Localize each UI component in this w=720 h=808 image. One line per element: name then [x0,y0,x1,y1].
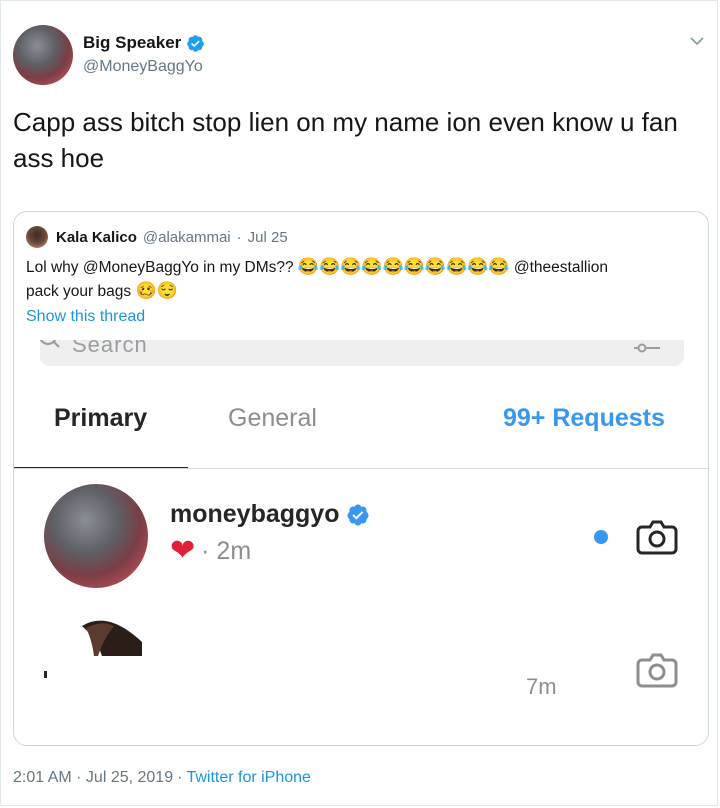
unread-dot [594,530,608,544]
quoted-author-name: Kala Kalico [56,228,137,246]
quoted-date: Jul 25 [247,228,288,246]
quoted-author-avatar [26,226,48,248]
laugh-emoji-row: 😂😂😂😂😂😂😂😂😂😂 [297,257,510,276]
dm-meta: ❤ · 2m [170,536,251,566]
dm-screenshot-image: Search Primary General 99+ Requests mone… [14,340,708,745]
filter-icon [634,343,660,353]
tweet-footer: 2:01 AM · Jul 25, 2019 · Twitter for iPh… [13,769,311,787]
quoted-text-part-b: @theestallion [509,259,609,276]
tweet-timestamp[interactable]: 2:01 AM · Jul 25, 2019 [13,769,173,787]
tweet-card: Big Speaker @MoneyBaggYo Capp ass bitch … [0,0,718,806]
author-display-name[interactable]: Big Speaker [83,33,181,53]
quoted-text-part-a: Lol why @MoneyBaggYo in my DMs?? [26,259,298,276]
quoted-tweet-header: Kala Kalico @alakammai · Jul 25 [26,226,288,248]
dm-avatar-partial [82,620,142,656]
camera-icon [636,520,678,555]
search-icon [39,340,60,348]
dm-time: · 2m [201,536,252,565]
quoted-text-part-c: pack your bags [26,283,136,300]
search-placeholder: Search [72,340,148,357]
dm-name-row: moneybaggyo [170,500,370,529]
show-thread-link[interactable]: Show this thread [26,308,145,326]
verified-badge-icon [187,34,205,52]
tab-primary: Primary [54,404,148,432]
dm-username: moneybaggyo [170,500,340,528]
chevron-down-icon[interactable] [689,33,705,49]
author-handle[interactable]: @MoneyBaggYo [83,58,203,76]
end-emoji: 🥴😌 [135,281,178,300]
text-fragment-mark [44,671,47,678]
dm-time-second: 7m [526,674,557,699]
quoted-separator: · [236,228,242,246]
dm-tabs: Primary General 99+ Requests [14,390,708,450]
dm-avatar [44,484,148,588]
quoted-tweet[interactable]: Kala Kalico @alakammai · Jul 25 Lol why … [13,211,709,746]
verified-badge-icon [347,504,369,525]
tab-general: General [228,404,317,432]
camera-icon [636,653,678,688]
tweet-source-link[interactable]: Twitter for iPhone [186,769,311,787]
author-avatar[interactable] [13,25,73,85]
tab-requests: 99+ Requests [503,404,665,432]
heart-icon: ❤ [170,534,196,567]
quoted-author-handle: @alakammai [142,228,231,246]
author-name-row: Big Speaker [83,33,205,53]
tweet-text: Capp ass bitch stop lien on my name ion … [13,107,678,173]
footer-separator: · [177,769,183,786]
tabs-divider [14,468,708,469]
quoted-tweet-text: Lol why @MoneyBaggYo in my DMs?? 😂😂😂😂😂😂😂… [26,256,696,304]
